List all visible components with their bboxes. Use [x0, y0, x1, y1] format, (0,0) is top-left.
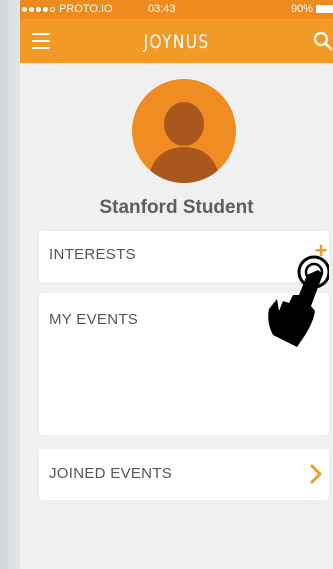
profile-name: Stanford Student — [99, 197, 254, 218]
search-button[interactable] — [313, 31, 333, 51]
my-events-label: MY EVENTS — [49, 311, 139, 328]
battery-percent: 90% — [290, 3, 313, 15]
background-edge — [0, 0, 20, 569]
carrier-name: PROTO.IO — [59, 3, 113, 15]
interests-card[interactable]: INTERESTS + — [39, 231, 329, 282]
status-time: 03:43 — [148, 3, 176, 15]
battery-icon — [316, 5, 333, 13]
app-header: JOYNUS — [20, 19, 333, 63]
phone-screen: PROTO.IO 03:43 90% JOYNUS Stanford Stude… — [20, 0, 333, 569]
joined-events-card[interactable]: JOINED EVENTS — [39, 449, 329, 500]
joined-events-open-button[interactable] — [309, 463, 323, 485]
interests-label: INTERESTS — [49, 246, 136, 263]
joined-events-label: JOINED EVENTS — [49, 465, 173, 482]
user-silhouette-icon — [148, 102, 220, 183]
signal-strength-icon — [22, 6, 55, 12]
battery-group: 90% — [291, 3, 333, 15]
status-bar: PROTO.IO 03:43 90% — [20, 0, 333, 19]
my-events-card[interactable]: MY EVENTS — [39, 293, 329, 435]
add-interest-button[interactable]: + — [313, 240, 329, 262]
search-icon — [313, 31, 333, 51]
carrier-group: PROTO.IO — [22, 3, 113, 15]
avatar[interactable] — [132, 79, 236, 183]
app-title: JOYNUS — [143, 31, 210, 53]
chevron-right-icon — [310, 464, 322, 484]
